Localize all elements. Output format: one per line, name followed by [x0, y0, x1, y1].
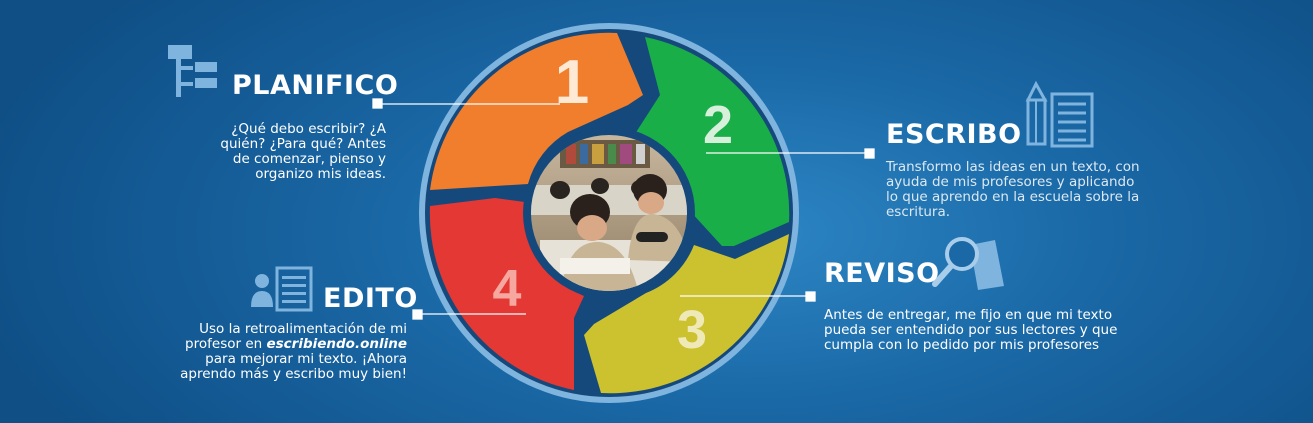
description-edito-post: para mejorar mi texto. ¡Ahora aprendo má… [180, 351, 407, 382]
title-reviso: REVISO [824, 258, 940, 289]
step-number-1: 1 [555, 48, 589, 117]
description-escribo: Transformo las ideas en un texto, con ay… [886, 159, 1140, 220]
title-edito: EDITO [323, 283, 418, 314]
description-reviso: Antes de entregar, me fijo en que mi tex… [824, 307, 1118, 353]
step-number-2: 2 [703, 95, 733, 155]
description-edito: Uso la retroalimentación de mi profesor … [175, 322, 407, 382]
title-escribo: ESCRIBO [886, 119, 1022, 150]
organize-diagram-icon [168, 45, 217, 97]
user-document-icon [251, 266, 313, 312]
escribiendo-online-text: escribiendo.online [266, 336, 407, 352]
connector-dot-3 [805, 291, 816, 302]
title-planifico: PLANIFICO [232, 70, 399, 101]
description-planifico: ¿Qué debo escribir? ¿A quién? ¿Para qué?… [220, 121, 386, 182]
step-number-4: 4 [493, 260, 522, 318]
connector-dot-2 [864, 148, 875, 159]
pencil-document-icon [1025, 80, 1094, 148]
step-number-3: 3 [677, 300, 707, 360]
magnifier-document-icon [932, 237, 1004, 290]
